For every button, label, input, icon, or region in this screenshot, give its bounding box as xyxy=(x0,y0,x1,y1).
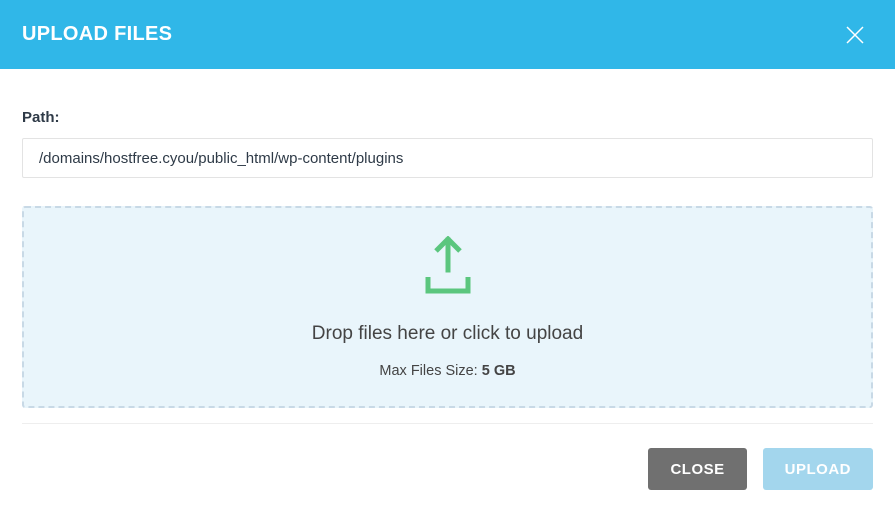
path-label: Path: xyxy=(22,109,873,126)
dropzone-maxsize: Max Files Size: 5 GB xyxy=(379,363,515,379)
dropzone-main-text: Drop files here or click to upload xyxy=(312,323,583,345)
upload-dropzone[interactable]: Drop files here or click to upload Max F… xyxy=(22,206,873,408)
close-icon[interactable] xyxy=(843,23,867,47)
path-input[interactable] xyxy=(22,138,873,178)
dialog-footer: CLOSE UPLOAD xyxy=(0,424,895,490)
dialog-title: UPLOAD FILES xyxy=(22,23,172,46)
maxsize-label: Max Files Size: xyxy=(379,363,477,379)
dialog-content: Path: Drop files here or click to upload… xyxy=(0,69,895,408)
upload-arrow-icon xyxy=(417,236,479,301)
maxsize-value: 5 GB xyxy=(482,363,516,379)
dialog-header: UPLOAD FILES xyxy=(0,0,895,69)
close-button[interactable]: CLOSE xyxy=(648,448,746,490)
upload-button[interactable]: UPLOAD xyxy=(763,448,873,490)
